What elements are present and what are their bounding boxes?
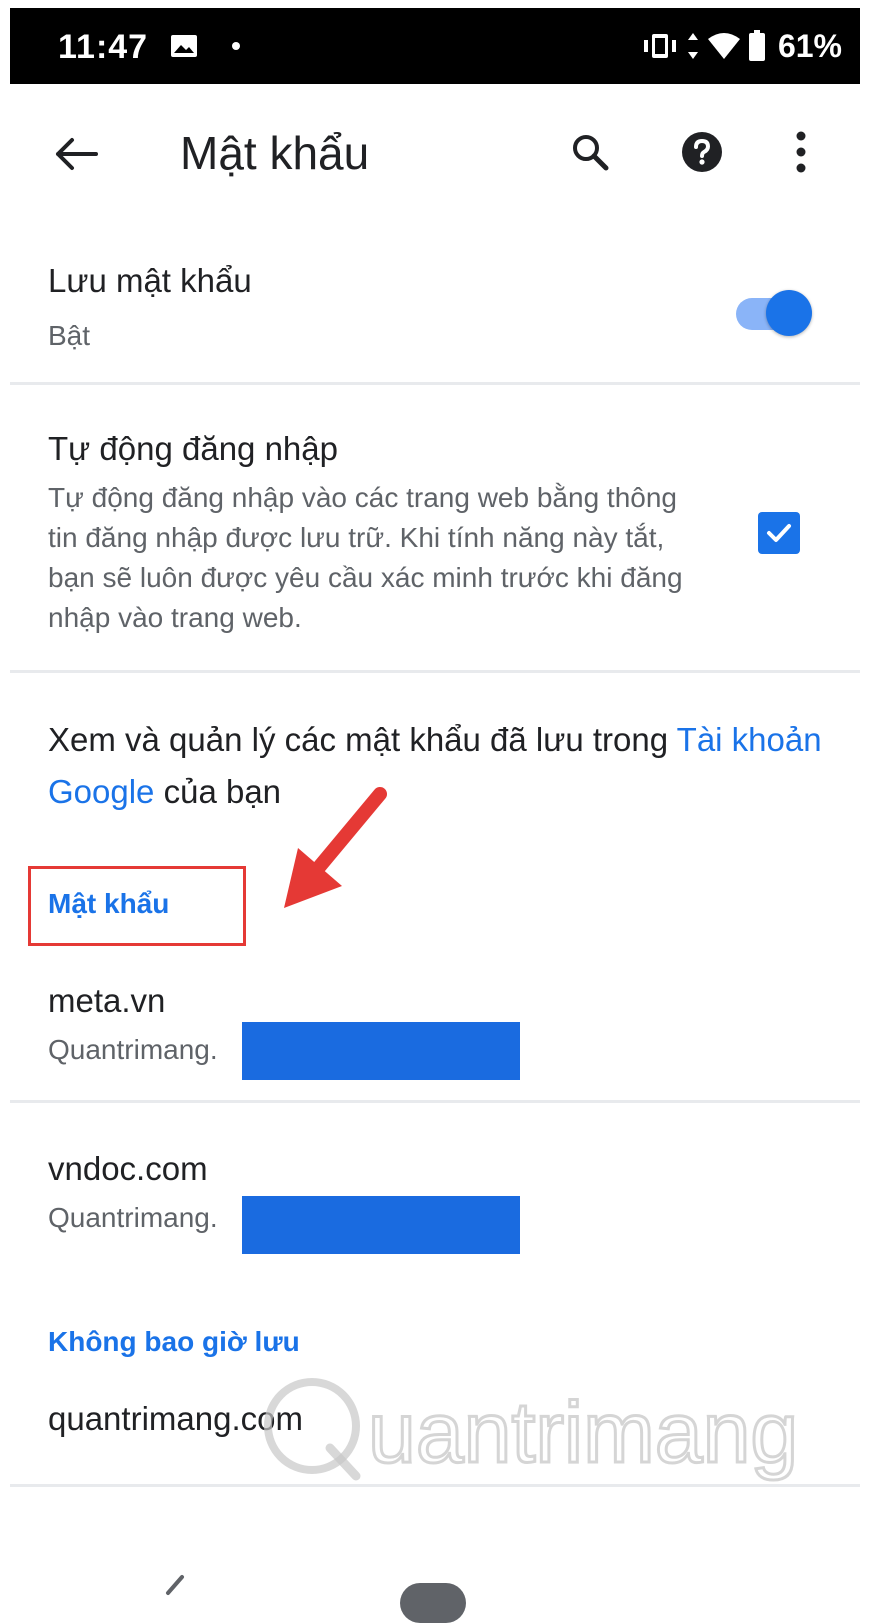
divider — [10, 382, 860, 385]
divider — [10, 670, 860, 673]
status-time: 11:47 — [58, 28, 149, 66]
auto-signin-row[interactable]: Tự động đăng nhập Tự động đăng nhập vào … — [10, 386, 860, 676]
data-transfer-icon — [687, 33, 698, 59]
wifi-icon — [707, 33, 740, 59]
password-entry[interactable]: meta.vn Quantrimang. — [10, 958, 860, 1104]
watermark-text: uantrimang — [368, 1385, 798, 1481]
nav-back-icon[interactable] — [160, 1573, 190, 1613]
watermark-logo: uantrimang — [264, 1378, 800, 1483]
checkmark-icon — [767, 524, 791, 542]
toggle-thumb — [766, 290, 812, 336]
save-passwords-row[interactable]: Lưu mật khẩu Bật — [10, 224, 860, 384]
image-notification-icon — [171, 35, 197, 57]
battery-icon — [748, 30, 765, 61]
battery-percent: 61% — [777, 27, 842, 64]
entry-username: Quantrimang. — [48, 1034, 218, 1065]
manage-text-after: của bạn — [154, 773, 282, 810]
passwords-section-header: Mật khẩu — [48, 888, 170, 919]
red-arrow-annotation — [284, 787, 387, 908]
manage-text-before: Xem và quản lý các mật khẩu đã lưu trong — [48, 721, 677, 758]
help-button[interactable] — [672, 122, 732, 182]
save-passwords-toggle[interactable] — [736, 286, 812, 342]
back-button[interactable] — [46, 124, 106, 184]
search-button[interactable] — [560, 122, 620, 182]
app-bar: Mật khẩu — [10, 84, 860, 224]
save-passwords-status: Bật — [48, 320, 91, 351]
arrow-back-icon — [56, 138, 98, 170]
more-vert-icon — [796, 131, 806, 173]
page-title: Mật khẩu — [180, 127, 370, 179]
auto-signin-description: Tự động đăng nhập vào các trang web bằng… — [48, 482, 683, 633]
entry-site: vndoc.com — [48, 1150, 208, 1187]
help-icon — [682, 132, 722, 172]
redaction-box — [242, 1196, 520, 1254]
nav-home-button[interactable] — [400, 1583, 466, 1623]
divider — [10, 1484, 860, 1487]
status-bar: 11:47 61% — [10, 8, 860, 84]
auto-signin-title: Tự động đăng nhập — [48, 430, 338, 467]
entry-username: Quantrimang. — [48, 1202, 218, 1233]
vibrate-icon — [643, 34, 676, 58]
more-options-button[interactable] — [776, 122, 826, 182]
notification-dot-icon — [232, 42, 240, 50]
redaction-box — [242, 1022, 520, 1080]
divider — [10, 1100, 860, 1103]
save-passwords-title: Lưu mật khẩu — [48, 262, 252, 299]
password-entry[interactable]: vndoc.com Quantrimang. — [10, 1108, 860, 1278]
search-icon — [573, 135, 609, 171]
screen: 11:47 61% Mật khẩu Lưu mật khẩu Bật Tự đ… — [10, 8, 860, 1623]
never-saved-section-header: Không bao giờ lưu — [48, 1326, 300, 1357]
entry-site: meta.vn — [48, 982, 166, 1019]
status-icons: 61% — [640, 26, 842, 66]
auto-signin-checkbox[interactable] — [758, 512, 800, 554]
manage-passwords-text: Xem và quản lý các mật khẩu đã lưu trong… — [48, 714, 828, 818]
